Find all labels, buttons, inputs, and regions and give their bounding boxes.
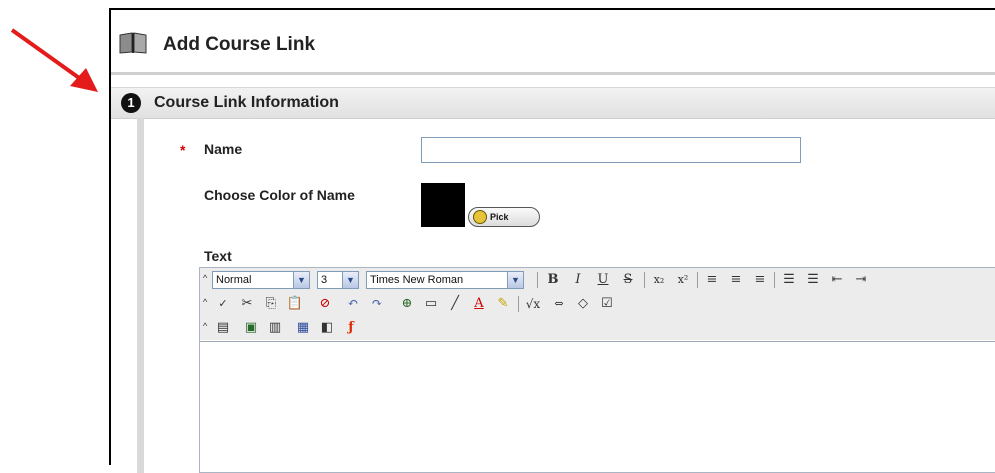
remove-format-icon[interactable]: ⊘: [316, 295, 334, 313]
size-select-value: 3: [321, 274, 328, 286]
math-equation-icon[interactable]: √x: [524, 295, 542, 313]
cut-icon[interactable]: ✂: [238, 295, 256, 313]
underline-button[interactable]: U: [594, 271, 612, 289]
preview-icon[interactable]: ☑: [598, 295, 616, 313]
collapse-toolbar-icon[interactable]: ^: [203, 321, 207, 331]
bullet-list-icon[interactable]: ☰: [804, 271, 822, 289]
text-label: Text: [204, 248, 232, 264]
chevron-down-icon: ▼: [507, 272, 523, 288]
title-divider: [111, 72, 995, 75]
undo-icon[interactable]: ↶: [344, 295, 362, 313]
section-indent-bar: [137, 118, 144, 473]
embed-icon[interactable]: ⇔: [550, 295, 568, 313]
toolbar-separator: [518, 296, 519, 312]
pick-button-label: Pick: [490, 212, 509, 222]
collapse-toolbar-icon[interactable]: ^: [203, 273, 207, 283]
attach-file-icon[interactable]: ▤: [214, 319, 232, 337]
text-editor: ^ Normal ▼ 3 ▼ Times New Roman ▼ B I U S…: [199, 267, 995, 473]
color-swatch[interactable]: [421, 183, 465, 227]
font-select-value: Times New Roman: [370, 274, 464, 286]
align-center-icon[interactable]: ≡: [727, 271, 745, 289]
italic-button[interactable]: I: [569, 271, 587, 289]
html-source-icon[interactable]: ◇: [574, 295, 592, 313]
strikethrough-button[interactable]: S: [619, 271, 637, 289]
format-select[interactable]: Normal ▼: [212, 271, 310, 289]
chevron-down-icon: ▼: [293, 272, 309, 288]
editor-toolbar-row-3: ^ ▤ ▣ ▥ ▦ ◧ ƒ: [200, 316, 995, 340]
insert-image-icon[interactable]: ▣: [242, 319, 260, 337]
copy-icon[interactable]: ⎘: [262, 295, 280, 313]
section-header: 1 Course Link Information: [111, 87, 995, 119]
spellcheck-icon[interactable]: ✓: [214, 295, 232, 313]
section-title: Course Link Information: [154, 94, 339, 111]
insert-audio-icon[interactable]: ◧: [318, 319, 336, 337]
text-color-icon[interactable]: A: [470, 295, 488, 313]
editor-toolbar-row-2: ^ ✓ ✂ ⎘ 📋 ⊘ ↶ ↷ ⊕ ▭ ╱ A ✎ √x ⇔ ◇ ☑: [200, 292, 995, 316]
page-header: Add Course Link: [111, 10, 995, 70]
table-icon[interactable]: ▭: [422, 295, 440, 313]
toolbar-separator: [774, 272, 775, 288]
chevron-down-icon: ▼: [342, 272, 358, 288]
page-title: Add Course Link: [163, 34, 316, 55]
insert-media-icon[interactable]: ▥: [266, 319, 284, 337]
annotation-arrow: [10, 28, 98, 92]
align-left-icon[interactable]: ≡: [703, 271, 721, 289]
toolbar-separator: [537, 272, 538, 288]
name-input[interactable]: [421, 137, 801, 163]
toolbar-divider: [200, 341, 995, 342]
pick-color-button[interactable]: Pick: [468, 207, 540, 227]
collapse-toolbar-icon[interactable]: ^: [203, 297, 207, 307]
book-icon: [119, 32, 147, 54]
font-select[interactable]: Times New Roman ▼: [366, 271, 524, 289]
required-marker: *: [180, 142, 186, 158]
highlight-icon[interactable]: ✎: [494, 295, 512, 313]
draw-line-icon[interactable]: ╱: [446, 295, 464, 313]
link-icon[interactable]: ⊕: [398, 295, 416, 313]
bold-button[interactable]: B: [544, 271, 562, 289]
toolbar-separator: [644, 272, 645, 288]
content-frame: Add Course Link 1 Course Link Informatio…: [109, 8, 995, 473]
palette-icon: [473, 210, 487, 224]
editor-toolbar-row-1: ^ Normal ▼ 3 ▼ Times New Roman ▼ B I U S…: [200, 268, 995, 292]
color-label: Choose Color of Name: [204, 187, 355, 203]
numbered-list-icon[interactable]: ☰: [780, 271, 798, 289]
name-label: Name: [204, 141, 243, 157]
toolbar-separator: [697, 272, 698, 288]
step-number-badge: 1: [121, 93, 141, 113]
superscript-icon[interactable]: x²: [674, 271, 692, 289]
indent-icon[interactable]: ⇥: [852, 271, 870, 289]
size-select[interactable]: 3 ▼: [317, 271, 359, 289]
redo-icon[interactable]: ↷: [368, 295, 386, 313]
align-right-icon[interactable]: ≡: [751, 271, 769, 289]
insert-document-icon[interactable]: ▦: [294, 319, 312, 337]
format-select-value: Normal: [216, 274, 252, 286]
paste-icon[interactable]: 📋: [286, 295, 304, 313]
subscript-icon[interactable]: x₂: [650, 271, 668, 289]
outdent-icon[interactable]: ⇤: [828, 271, 846, 289]
flash-icon[interactable]: ƒ: [342, 319, 360, 337]
